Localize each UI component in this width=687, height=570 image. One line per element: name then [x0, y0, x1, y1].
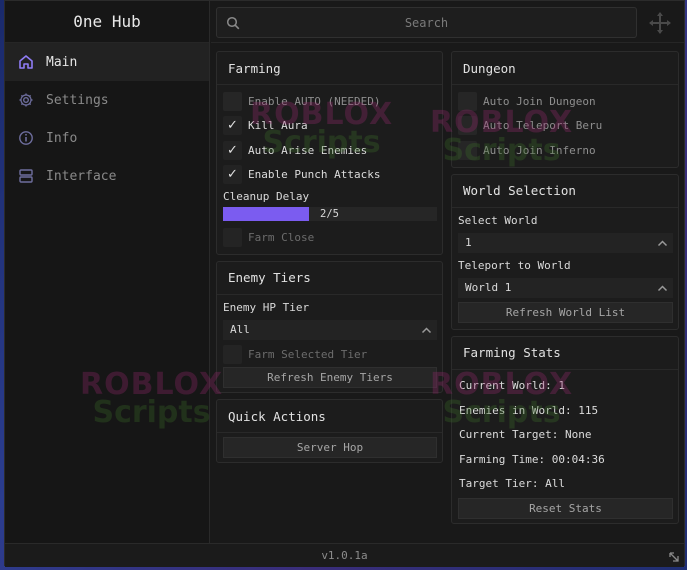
sidebar-item-main[interactable]: Main: [5, 43, 209, 81]
right-column: Dungeon Auto Join Dungeon Auto Teleport …: [451, 51, 679, 530]
dropdown-value: World 1: [465, 281, 512, 294]
checkmark-icon: ✓: [227, 142, 238, 158]
server-hop-button[interactable]: Server Hop: [223, 437, 437, 458]
checkbox[interactable]: [223, 345, 242, 365]
dropdown-value: All: [230, 323, 250, 336]
farming-title: Farming: [217, 52, 442, 85]
quick-actions-panel: Quick Actions Server Hop: [216, 399, 443, 463]
toggle-farm-selected-tier[interactable]: Farm Selected Tier: [217, 343, 442, 368]
cleanup-delay-label: Cleanup Delay: [223, 189, 310, 203]
search-input[interactable]: [217, 8, 636, 37]
hub-window: 0ne Hub Main Settings Info Interface Sea…: [4, 0, 685, 567]
enemy-tiers-panel: Enemy Tiers Enemy HP Tier All Farm Selec…: [216, 260, 443, 393]
chevron-up-icon: [657, 284, 668, 291]
stat-current-target: Current Target: None: [459, 428, 592, 442]
sidebar-item-settings[interactable]: Settings: [5, 81, 209, 119]
farming-stats-title: Farming Stats: [452, 337, 678, 370]
checkbox[interactable]: [458, 116, 477, 136]
cleanup-delay-slider[interactable]: 2/5: [223, 207, 437, 221]
top-bar: [211, 1, 684, 43]
farming-stats-panel: Farming Stats Current World: 1 Enemies i…: [451, 335, 679, 524]
home-icon: [19, 55, 33, 69]
reset-stats-button[interactable]: Reset Stats: [458, 498, 673, 519]
stat-farming-time: Farming Time: 00:04:36: [459, 452, 605, 466]
footer-bar: v1.0.1a: [5, 543, 684, 567]
enemy-hp-tier-dropdown[interactable]: All: [223, 319, 437, 340]
resize-icon[interactable]: [668, 551, 680, 563]
toggle-label: Auto Join Dungeon: [483, 94, 596, 108]
toggle-label: Auto Join Inferno: [483, 143, 596, 157]
toggle-label: Enable AUTO (NEEDED): [248, 94, 381, 108]
checkmark-icon: ✓: [227, 167, 238, 183]
sidebar-item-label: Interface: [46, 168, 117, 184]
toggle-enable-auto[interactable]: Enable AUTO (NEEDED): [217, 89, 442, 114]
toggle-label: Enable Punch Attacks: [248, 168, 381, 182]
toggle-label: Farm Selected Tier: [248, 348, 368, 362]
toggle-kill-aura[interactable]: ✓ Kill Aura: [217, 114, 442, 139]
refresh-world-list-button[interactable]: Refresh World List: [458, 301, 673, 323]
toggle-label: Auto Teleport Beru: [483, 119, 603, 133]
dungeon-panel: Dungeon Auto Join Dungeon Auto Teleport …: [451, 51, 679, 168]
refresh-enemy-tiers-button[interactable]: Refresh Enemy Tiers: [223, 367, 437, 388]
left-column: Farming Enable AUTO (NEEDED) ✓ Kill Aura…: [216, 51, 443, 469]
checkbox[interactable]: [223, 91, 242, 111]
interface-icon: [19, 169, 33, 183]
dungeon-title: Dungeon: [452, 52, 678, 85]
checkbox[interactable]: [458, 140, 477, 160]
sidebar-item-interface[interactable]: Interface: [5, 157, 209, 195]
version-label: v1.0.1a: [321, 549, 368, 562]
toggle-farm-close[interactable]: Farm Close: [217, 225, 442, 250]
search-box[interactable]: [216, 7, 637, 38]
sidebar-item-label: Main: [46, 54, 78, 70]
chevron-up-icon: [421, 326, 432, 333]
toggle-auto-join-inferno[interactable]: Auto Join Inferno: [452, 138, 678, 163]
toggle-label: Farm Close: [248, 230, 315, 244]
teleport-world-label: Teleport to World: [458, 259, 571, 272]
sidebar-item-info[interactable]: Info: [5, 119, 209, 157]
move-icon[interactable]: [648, 11, 672, 35]
toggle-label: Auto Arise Enemies: [248, 143, 368, 157]
toggle-auto-arise[interactable]: ✓ Auto Arise Enemies: [217, 138, 442, 163]
enemy-hp-tier-label: Enemy HP Tier: [223, 301, 310, 314]
stat-current-world: Current World: 1: [459, 379, 565, 393]
toggle-label: Kill Aura: [248, 119, 308, 133]
stat-enemies-in-world: Enemies in World: 115: [459, 403, 599, 417]
toggle-auto-join-dungeon[interactable]: Auto Join Dungeon: [452, 89, 678, 114]
slider-fill: [223, 207, 309, 221]
gear-icon: [19, 93, 33, 107]
toggle-auto-teleport-beru[interactable]: Auto Teleport Beru: [452, 114, 678, 139]
stat-target-tier: Target Tier: All: [459, 477, 565, 491]
select-world-dropdown[interactable]: 1: [458, 232, 673, 253]
chevron-up-icon: [657, 239, 668, 246]
world-selection-panel: World Selection Select World 1 Teleport …: [451, 173, 679, 330]
world-selection-title: World Selection: [452, 175, 678, 208]
checkmark-icon: ✓: [227, 118, 238, 134]
select-world-label: Select World: [458, 214, 538, 227]
sidebar: 0ne Hub Main Settings Info Interface: [5, 1, 210, 543]
search-icon: [226, 16, 240, 30]
dropdown-value: 1: [465, 236, 472, 249]
checkbox[interactable]: ✓: [223, 116, 242, 136]
sidebar-item-label: Settings: [46, 92, 109, 108]
info-icon: [19, 131, 33, 145]
slider-value: 2/5: [320, 208, 339, 220]
quick-actions-title: Quick Actions: [217, 400, 442, 433]
teleport-world-dropdown[interactable]: World 1: [458, 277, 673, 298]
farming-panel: Farming Enable AUTO (NEEDED) ✓ Kill Aura…: [216, 51, 443, 255]
checkbox[interactable]: [458, 91, 477, 111]
app-title: 0ne Hub: [5, 1, 209, 43]
toggle-punch-attacks[interactable]: ✓ Enable Punch Attacks: [217, 163, 442, 188]
enemy-tiers-title: Enemy Tiers: [217, 262, 442, 295]
sidebar-item-label: Info: [46, 130, 78, 146]
checkbox[interactable]: ✓: [223, 140, 242, 160]
checkbox[interactable]: [223, 227, 242, 247]
checkbox[interactable]: ✓: [223, 165, 242, 185]
